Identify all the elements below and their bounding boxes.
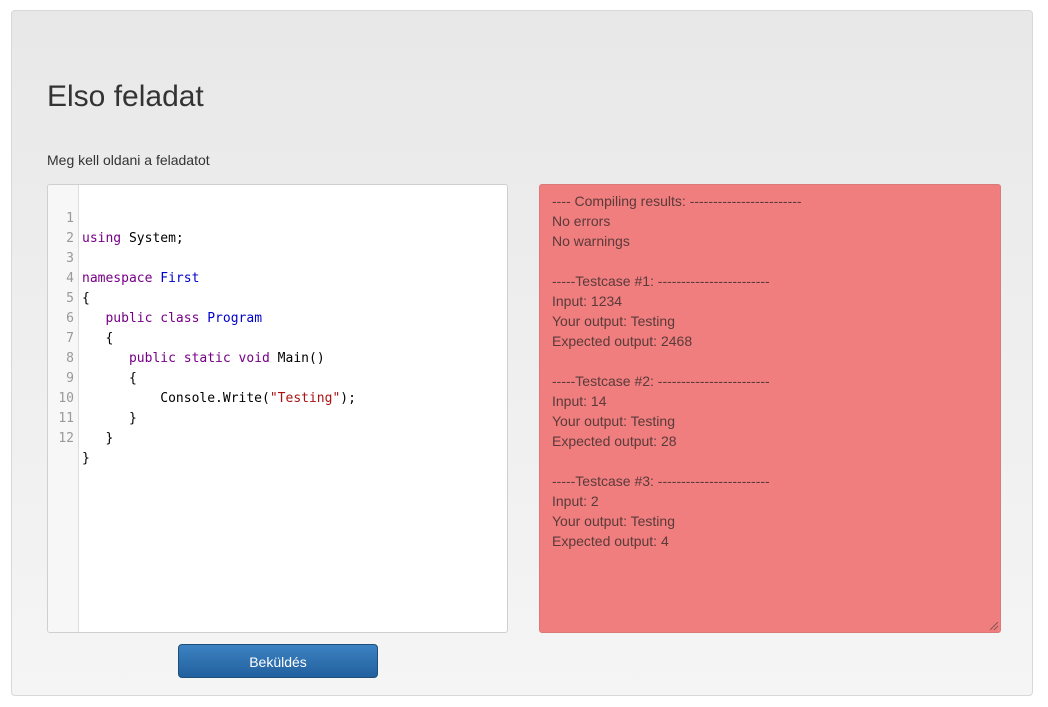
output-line: Your output: Testing <box>552 413 675 429</box>
code-line: 10 } <box>48 369 507 426</box>
page-title: Elso feladat <box>47 80 204 113</box>
output-line: No errors <box>552 213 611 229</box>
code-line: 7 public static void Main() <box>48 309 507 366</box>
submit-button[interactable]: Beküldés <box>178 644 378 678</box>
code-line: 9 Console.Write("Testing"); <box>48 349 507 406</box>
code-line: 2 <box>48 209 507 246</box>
output-line: Expected output: 28 <box>552 433 677 449</box>
task-panel: Elso feladat Meg kell oldani a feladatot… <box>11 10 1033 696</box>
code-line: 6 { <box>48 289 507 346</box>
output-line: -----Testcase #1: ----------------------… <box>552 273 770 289</box>
line-number: 12 <box>58 431 74 446</box>
code-line: 4 { <box>48 249 507 306</box>
output-line: -----Testcase #2: ----------------------… <box>552 373 770 389</box>
output-line: No warnings <box>552 233 630 249</box>
code-editor[interactable]: 1 using System; 2 3 namespace First 4 { … <box>47 184 508 633</box>
code-line: 8 { <box>48 329 507 386</box>
code-line: 12 } <box>48 409 507 466</box>
code-line: 11 } <box>48 389 507 446</box>
output-line: Expected output: 2468 <box>552 333 693 349</box>
output-line: Input: 2 <box>552 493 599 509</box>
code-line: 1 using System; <box>48 189 507 246</box>
resize-handle-icon[interactable] <box>990 622 998 630</box>
code-line: 5 public class Program <box>48 269 507 326</box>
output-line: ---- Compiling results: ----------------… <box>552 193 802 209</box>
task-description: Meg kell oldani a feladatot <box>47 152 210 168</box>
code-text: } <box>82 451 90 466</box>
code-line: 3 namespace First <box>48 229 507 286</box>
output-line: Input: 14 <box>552 393 607 409</box>
output-line: Your output: Testing <box>552 513 675 529</box>
output-line: -----Testcase #3: ----------------------… <box>552 473 770 489</box>
compile-output-area[interactable]: ---- Compiling results: ----------------… <box>539 184 1001 633</box>
output-line: Your output: Testing <box>552 313 675 329</box>
output-line: Input: 1234 <box>552 293 623 309</box>
output-line: Expected output: 4 <box>552 533 669 549</box>
